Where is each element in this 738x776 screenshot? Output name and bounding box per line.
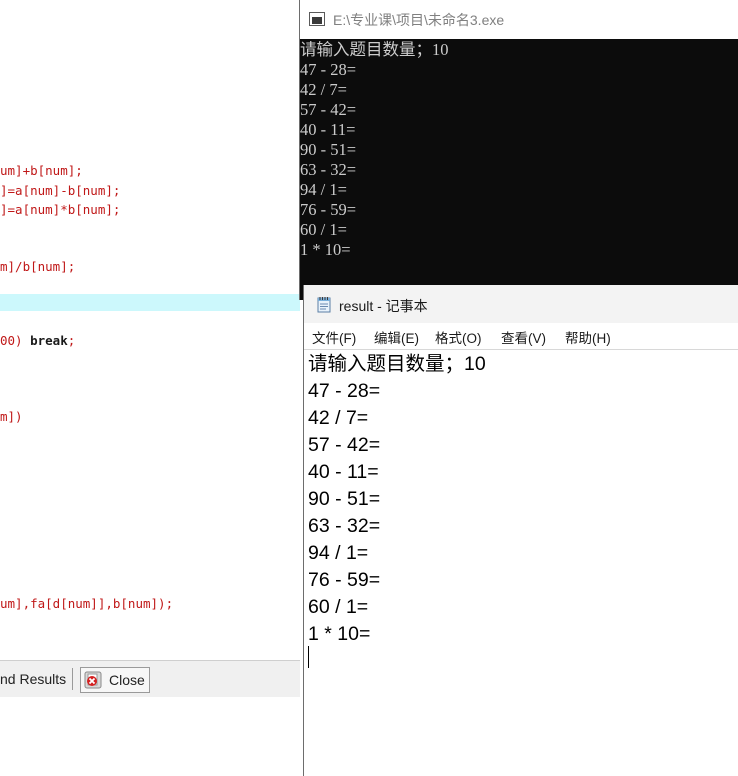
console-line: 94 / 1= — [300, 180, 347, 199]
console-title: E:\专业课\项目\未命名3.exe — [333, 12, 505, 28]
console-line: 76 - 59= — [300, 200, 357, 219]
console-line: 63 - 32= — [300, 160, 357, 179]
code-editor[interactable]: um]+b[num]; ]=a[num]-b[num]; ]=a[num]*b[… — [0, 0, 300, 660]
bottom-panel-tabs: nd Results Close — [0, 660, 300, 697]
text-caret — [308, 646, 309, 668]
close-icon — [84, 671, 102, 689]
code-line: ]=a[num]*b[num]; — [0, 202, 121, 217]
notepad-text-area[interactable]: 请输入题目数量；10 47 - 28= 42 / 7= 57 - 42= 40 … — [308, 351, 738, 648]
notepad-window[interactable]: result - 记事本 文件(F) 编辑(E) 格式(O) 查看(V) 帮助(… — [303, 285, 738, 776]
console-output: 请输入题目数量；10 47 - 28= 42 / 7= 57 - 42= 40 … — [300, 40, 449, 260]
code-line: m]/b[num]; — [0, 259, 76, 274]
console-app-icon — [309, 12, 325, 26]
console-line: 47 - 28= — [300, 60, 357, 79]
console-line: 42 / 7= — [300, 80, 347, 99]
menu-view[interactable]: 查看(V) — [501, 327, 546, 347]
close-label: Close — [109, 672, 145, 688]
menu-file[interactable]: 文件(F) — [312, 327, 356, 347]
menu-help[interactable]: 帮助(H) — [565, 327, 611, 347]
notepad-titlebar[interactable]: result - 记事本 — [304, 285, 738, 323]
text-line: 90 - 51= — [308, 488, 381, 510]
tab-find-results[interactable]: nd Results — [0, 668, 74, 690]
console-line: 57 - 42= — [300, 100, 357, 119]
console-line: 1 * 10= — [300, 240, 351, 259]
text-line: 60 / 1= — [308, 596, 369, 618]
code-line: ]=a[num]-b[num]; — [0, 183, 121, 198]
notepad-menubar: 文件(F) 编辑(E) 格式(O) 查看(V) 帮助(H) — [304, 323, 738, 350]
code-line: um]+b[num]; — [0, 163, 83, 178]
text-line: 57 - 42= — [308, 434, 381, 456]
code-line: 00) break; — [0, 333, 76, 348]
text-line: 1 * 10= — [308, 623, 371, 645]
console-line: 请输入题目数量；10 — [300, 40, 449, 59]
console-window[interactable]: E:\专业课\项目\未命名3.exe 请输入题目数量；10 47 - 28= 4… — [299, 0, 738, 300]
text-line: 63 - 32= — [308, 515, 381, 537]
current-line-highlight — [0, 294, 300, 311]
notepad-title: result - 记事本 — [339, 298, 428, 314]
text-line: 42 / 7= — [308, 407, 369, 429]
output-panel — [0, 697, 300, 776]
text-line: 76 - 59= — [308, 569, 381, 591]
menu-edit[interactable]: 编辑(E) — [374, 327, 419, 347]
code-line: um],fa[d[num]],b[num]); — [0, 596, 174, 611]
code-line: m]) — [0, 409, 23, 424]
menu-format[interactable]: 格式(O) — [435, 327, 482, 347]
text-line: 40 - 11= — [308, 461, 379, 483]
text-line: 47 - 28= — [308, 380, 381, 402]
console-titlebar[interactable]: E:\专业课\项目\未命名3.exe — [300, 0, 738, 39]
close-button[interactable]: Close — [80, 667, 150, 693]
console-line: 90 - 51= — [300, 140, 357, 159]
console-line: 60 / 1= — [300, 220, 347, 239]
text-line: 请输入题目数量；10 — [308, 353, 486, 375]
notepad-icon — [317, 297, 331, 313]
text-line: 94 / 1= — [308, 542, 369, 564]
console-line: 40 - 11= — [300, 120, 356, 139]
